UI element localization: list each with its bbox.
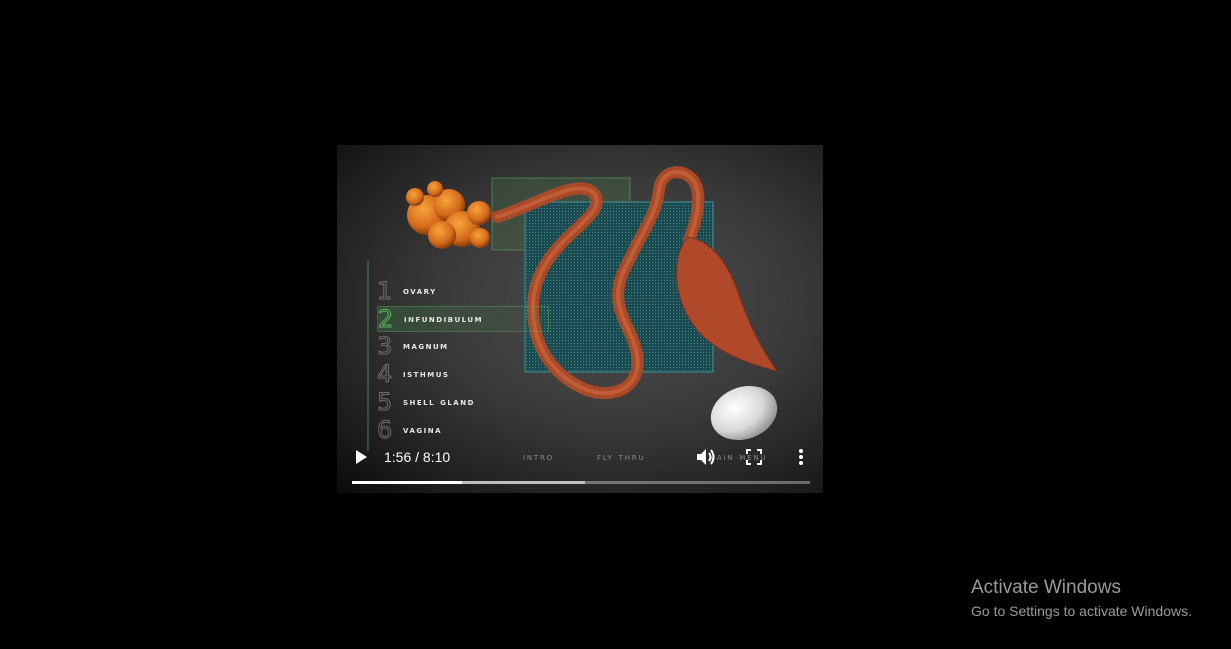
more-options-button[interactable] <box>793 446 809 468</box>
menu-number: 1 <box>377 277 393 305</box>
egg-shape <box>710 385 778 441</box>
player-controls: 1:56 / 8:10 <box>337 440 823 493</box>
menu-item-isthmus[interactable]: 4 Isthmus <box>377 360 547 388</box>
menu-label: Shell Gland <box>403 396 475 408</box>
activate-windows-watermark: Activate Windows Go to Settings to activ… <box>971 577 1192 621</box>
menu-label: Vagina <box>403 424 442 436</box>
play-icon <box>356 450 367 464</box>
menu-divider <box>367 261 369 451</box>
menu-number: 6 <box>377 416 393 444</box>
menu-label: Infundibulum <box>404 313 484 325</box>
play-button[interactable] <box>352 447 370 467</box>
progress-bar[interactable] <box>352 481 810 484</box>
menu-item-vagina[interactable]: 6 Vagina <box>377 416 547 444</box>
menu-label: Ovary <box>403 285 437 297</box>
menu-number: 5 <box>377 388 393 416</box>
more-vertical-icon <box>799 449 803 465</box>
menu-item-magnum[interactable]: 3 Magnum <box>377 332 547 360</box>
volume-button[interactable] <box>695 446 717 468</box>
ovary-shape <box>406 181 491 249</box>
menu-number: 2 <box>378 305 394 333</box>
menu-label: Isthmus <box>403 368 450 380</box>
time-display: 1:56 / 8:10 <box>384 449 451 465</box>
menu-number: 4 <box>377 360 393 388</box>
menu-item-ovary[interactable]: 1 Ovary <box>377 277 547 305</box>
fullscreen-button[interactable] <box>743 446 765 468</box>
played-bar <box>352 481 462 484</box>
menu-number: 3 <box>377 332 393 360</box>
menu-item-infundibulum[interactable]: 2 Infundibulum <box>377 306 549 332</box>
menu-label: Magnum <box>403 340 449 352</box>
watermark-subtitle: Go to Settings to activate Windows. <box>971 603 1192 619</box>
watermark-title: Activate Windows <box>971 577 1121 598</box>
fullscreen-icon <box>746 449 762 465</box>
menu-item-shell-gland[interactable]: 5 Shell Gland <box>377 388 547 416</box>
volume-icon <box>697 449 715 465</box>
